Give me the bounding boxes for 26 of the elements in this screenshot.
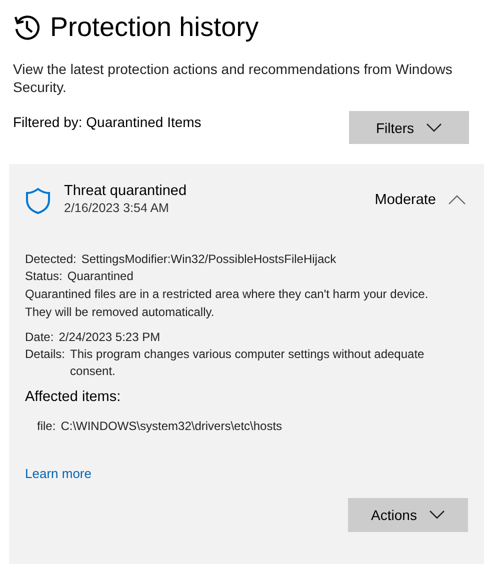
page-title: Protection history xyxy=(50,11,259,44)
field-value: SettingsModifier:Win32/PossibleHostsFileHijack xyxy=(81,251,336,268)
threat-date: 2/16/2023 3:54 AM xyxy=(64,200,170,217)
history-icon xyxy=(13,13,41,41)
field-value: This program changes various computer settings without adequate consent. xyxy=(70,346,426,380)
filter-label: Filtered by: Quarantined Items xyxy=(13,114,202,130)
field-label: Status: xyxy=(25,268,62,285)
chevron-down-icon xyxy=(426,122,442,132)
field-value: 2/24/2023 5:23 PM xyxy=(58,329,162,346)
collapse-toggle[interactable] xyxy=(446,192,468,206)
item-label: file: xyxy=(37,418,56,435)
quarantine-note: Quarantined files are in a restricted area where they can't harm your device. They will be removed automatically. xyxy=(25,286,430,321)
chevron-down-icon xyxy=(428,510,445,520)
field-label: Details: xyxy=(25,346,66,363)
actions-button[interactable]: Actions xyxy=(348,498,468,532)
filters-button[interactable]: Filters xyxy=(349,111,469,144)
shield-icon xyxy=(25,186,51,214)
item-path: C:\WINDOWS\system32\drivers\etc\hosts xyxy=(60,418,282,435)
affected-heading: Affected items: xyxy=(25,389,122,405)
threat-title: Threat quarantined xyxy=(64,182,188,200)
field-label: Detected: xyxy=(25,251,76,268)
field-label: Date: xyxy=(25,329,54,346)
severity-label: Moderate xyxy=(374,192,436,208)
page-description: View the latest protection actions and recommendations from Windows Security. xyxy=(13,60,454,96)
field-value: Quarantined xyxy=(67,268,134,285)
learn-more-link[interactable]: Learn more xyxy=(25,466,92,481)
